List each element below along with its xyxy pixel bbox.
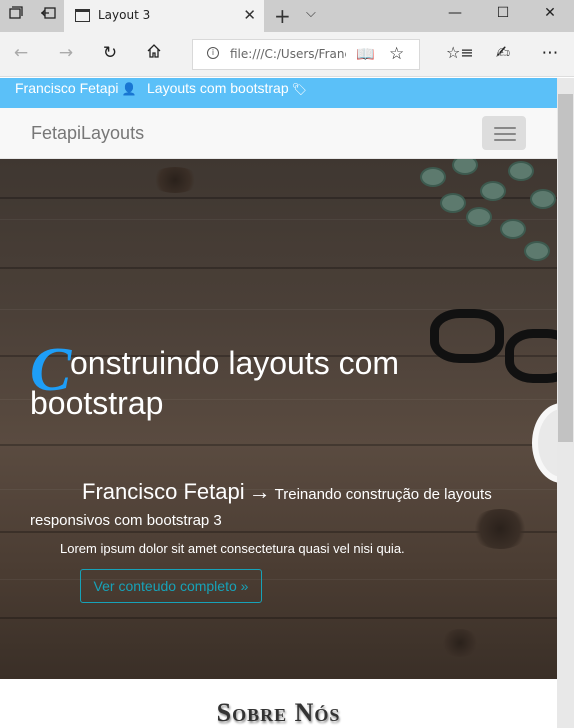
browser-toolbar: ← → ↻ i file:///C:/Users/Franc 📖 ☆ ☆≡ ✍ …	[0, 32, 574, 77]
user-icon: 👤	[121, 82, 137, 96]
author-link[interactable]: Francisco Fetapi 👤	[15, 80, 136, 96]
hamburger-icon	[494, 127, 516, 129]
scrollbar[interactable]	[557, 78, 574, 728]
favorite-star-icon[interactable]: ☆	[389, 44, 404, 64]
tags-icon: 🏷	[291, 82, 307, 96]
back-icon[interactable]: ←	[8, 43, 34, 67]
tab-list-icon[interactable]: ⌵	[306, 6, 316, 21]
minimize-icon[interactable]: —	[440, 5, 470, 27]
address-url[interactable]: file:///C:/Users/Franc	[230, 47, 346, 61]
favorites-hub-icon[interactable]: ☆≡	[446, 43, 474, 67]
plant-image	[420, 167, 446, 187]
hero-subtitle: Francisco Fetapi → Treinando construção de…	[30, 479, 492, 529]
project-link[interactable]: Layouts com bootstrap 🏷	[147, 80, 307, 96]
project-name: Layouts com bootstrap	[147, 80, 289, 96]
page-viewport: Francisco Fetapi 👤 Layouts com bootstrap 🏷…	[0, 78, 557, 728]
tab-bar: Layout 3 ✕ + ⌵ — ☐ ✕	[0, 0, 574, 32]
brand-logo[interactable]: FetapiLayouts	[31, 123, 144, 144]
info-icon[interactable]: i	[207, 47, 219, 59]
reading-view-icon[interactable]: 📖	[356, 45, 375, 63]
author-name: Francisco Fetapi	[15, 80, 119, 96]
pen-icon[interactable]: ✍	[490, 43, 516, 67]
hero-description: Lorem ipsum dolor sit amet consectetura …	[60, 541, 405, 556]
tab-preview-icon[interactable]	[6, 6, 26, 26]
hero-banner: C onstruindo layouts com bootstrap Franc…	[0, 159, 557, 679]
maximize-icon[interactable]: ☐	[488, 5, 518, 27]
new-tab-icon[interactable]: +	[274, 4, 291, 28]
tab-title: Layout 3	[98, 8, 151, 22]
address-bar[interactable]: i file:///C:/Users/Franc 📖 ☆	[192, 39, 420, 70]
page-icon	[75, 9, 90, 22]
site-navbar: FetapiLayouts	[0, 108, 557, 159]
home-icon[interactable]	[141, 43, 167, 67]
more-icon[interactable]: ⋯	[537, 43, 563, 67]
scrollbar-thumb[interactable]	[558, 94, 573, 442]
top-info-bar: Francisco Fetapi 👤 Layouts com bootstrap 🏷	[0, 78, 557, 108]
close-icon[interactable]: ✕	[243, 6, 256, 24]
about-section-title: Sobre Nós	[216, 698, 341, 727]
close-window-icon[interactable]: ✕	[535, 5, 565, 27]
tab-layout3[interactable]: Layout 3 ✕	[64, 0, 264, 32]
set-aside-tabs-icon[interactable]	[38, 6, 58, 26]
navbar-toggle-button[interactable]	[482, 116, 526, 150]
read-more-button[interactable]: Ver conteudo completo »	[80, 569, 262, 603]
coffee-mug-image	[532, 403, 557, 483]
forward-icon[interactable]: →	[53, 43, 79, 67]
refresh-icon[interactable]: ↻	[97, 43, 123, 67]
hero-title: onstruindo layouts com bootstrap	[30, 345, 400, 421]
